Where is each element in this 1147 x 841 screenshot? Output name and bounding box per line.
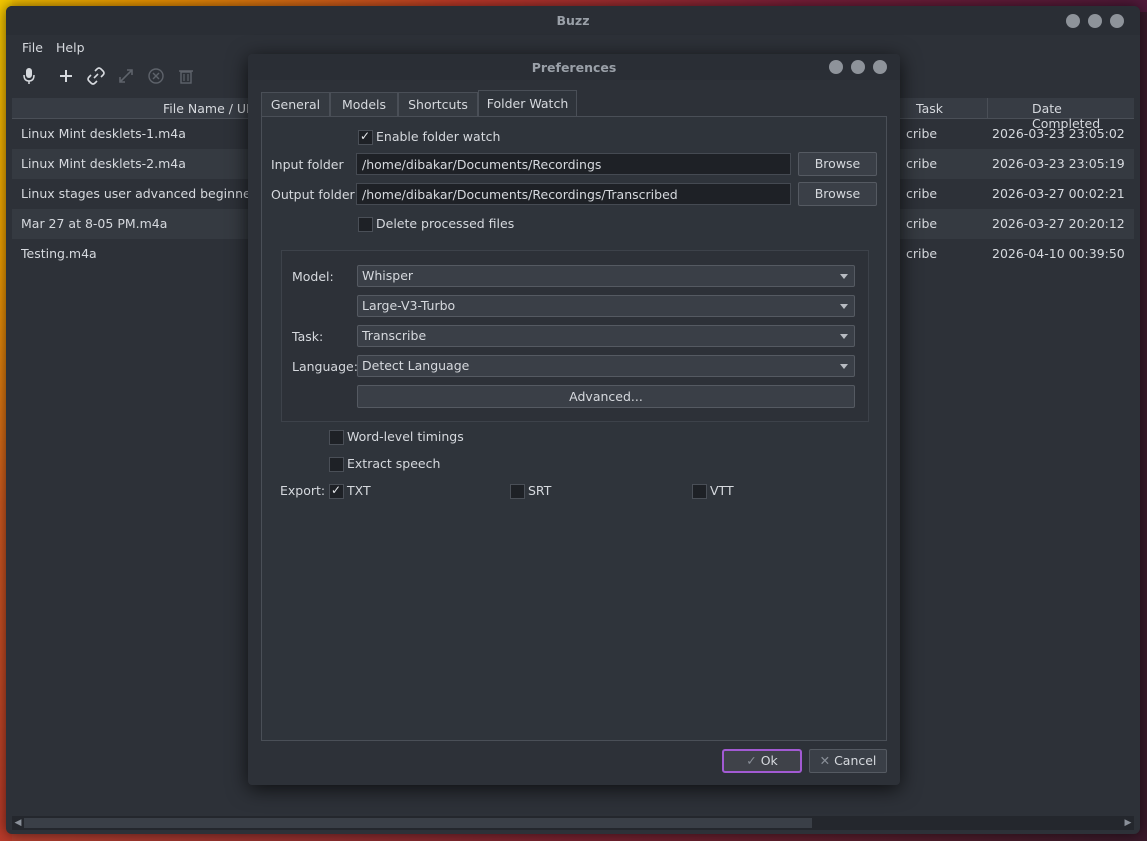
output-folder-field[interactable]: /home/dibakar/Documents/Recordings/Trans…	[356, 183, 791, 205]
cancel-icon[interactable]	[145, 65, 167, 87]
title-bar: Buzz	[6, 6, 1140, 35]
export-txt-label: TXT	[347, 483, 371, 498]
tab-shortcuts[interactable]: Shortcuts	[398, 92, 478, 117]
ok-button-label: Ok	[760, 753, 778, 768]
row-file: Linux Mint desklets-2.m4a	[21, 156, 186, 171]
model-select-value: Whisper	[362, 268, 414, 283]
language-select-value: Detect Language	[362, 358, 470, 373]
row-file: Linux Mint desklets-1.m4a	[21, 126, 186, 141]
row-task: cribe	[906, 156, 938, 171]
export-txt-checkbox[interactable]: ✓	[329, 483, 344, 499]
delete-processed-label: Delete processed files	[376, 216, 515, 231]
task-select[interactable]: Transcribe	[357, 325, 855, 347]
row-date: 2026-04-10 00:39:50	[992, 246, 1125, 261]
dialog-minimize-button[interactable]	[829, 60, 843, 74]
column-file-name[interactable]: File Name / UR	[163, 101, 255, 116]
input-folder-label: Input folder	[271, 157, 344, 172]
row-date: 2026-03-23 23:05:19	[992, 156, 1125, 171]
export-srt-checkbox[interactable]	[510, 484, 525, 499]
scrollbar-thumb[interactable]	[24, 818, 812, 828]
cancel-button[interactable]: ✕ Cancel	[809, 749, 887, 773]
horizontal-scrollbar[interactable]: ◀ ▶	[12, 816, 1134, 830]
import-url-link-icon[interactable]	[85, 65, 107, 87]
language-select[interactable]: Detect Language	[357, 355, 855, 377]
row-task: cribe	[906, 216, 938, 231]
row-file: Mar 27 at 8-05 PM.m4a	[21, 216, 168, 231]
input-folder-field[interactable]: /home/dibakar/Documents/Recordings	[356, 153, 791, 175]
transcription-options-group: Model: Whisper Large-V3-Turbo Task: Tran…	[281, 250, 869, 422]
scroll-left-icon[interactable]: ◀	[12, 816, 24, 830]
close-icon: ✕	[819, 753, 831, 768]
row-file: Testing.m4a	[21, 246, 97, 261]
menu-file[interactable]: File	[22, 40, 43, 55]
output-folder-label: Output folder	[271, 187, 355, 202]
chevron-down-icon	[840, 364, 848, 369]
export-vtt-label: VTT	[710, 483, 734, 498]
extract-speech-checkbox[interactable]	[329, 457, 344, 472]
enable-folder-watch-label: Enable folder watch	[376, 129, 501, 144]
column-task[interactable]: Task	[916, 101, 943, 116]
cancel-button-label: Cancel	[834, 753, 877, 768]
model-select[interactable]: Whisper	[357, 265, 855, 287]
model-size-select[interactable]: Large-V3-Turbo	[357, 295, 855, 317]
minimize-button[interactable]	[1066, 14, 1080, 28]
tab-folder-watch[interactable]: Folder Watch	[478, 90, 577, 117]
row-task: cribe	[906, 246, 938, 261]
word-level-timings-label: Word-level timings	[347, 429, 464, 444]
close-button[interactable]	[1110, 14, 1124, 28]
export-label: Export:	[280, 483, 326, 498]
row-date: 2026-03-27 00:02:21	[992, 186, 1125, 201]
dialog-title: Preferences	[531, 60, 617, 75]
row-date: 2026-03-27 20:20:12	[992, 216, 1125, 231]
language-label: Language:	[292, 359, 358, 374]
chevron-down-icon	[840, 334, 848, 339]
dialog-maximize-button[interactable]	[851, 60, 865, 74]
dialog-title-bar: Preferences	[248, 54, 900, 80]
preferences-dialog: Preferences General Models Shortcuts Fol…	[248, 54, 900, 785]
model-label: Model:	[292, 269, 334, 284]
maximize-button[interactable]	[1088, 14, 1102, 28]
delete-processed-checkbox[interactable]	[358, 217, 373, 232]
task-label: Task:	[292, 329, 324, 344]
export-vtt-checkbox[interactable]	[692, 484, 707, 499]
row-task: cribe	[906, 126, 938, 141]
model-size-value: Large-V3-Turbo	[362, 298, 456, 313]
export-srt-label: SRT	[528, 483, 552, 498]
record-microphone-icon[interactable]	[18, 65, 40, 87]
expand-icon[interactable]	[115, 65, 137, 87]
scroll-right-icon[interactable]: ▶	[1122, 816, 1134, 830]
window-title: Buzz	[556, 13, 590, 28]
chevron-down-icon	[840, 304, 848, 309]
folder-watch-panel: ✓ Enable folder watch Input folder /home…	[261, 116, 887, 741]
trash-icon[interactable]	[175, 65, 197, 87]
output-browse-button[interactable]: Browse	[798, 182, 877, 206]
check-icon: ✓	[746, 753, 757, 768]
add-file-icon[interactable]	[55, 65, 77, 87]
task-select-value: Transcribe	[362, 328, 427, 343]
tab-models[interactable]: Models	[330, 92, 398, 117]
enable-folder-watch-checkbox[interactable]: ✓	[358, 129, 373, 145]
input-browse-button[interactable]: Browse	[798, 152, 877, 176]
dialog-close-button[interactable]	[873, 60, 887, 74]
extract-speech-label: Extract speech	[347, 456, 441, 471]
tab-general[interactable]: General	[261, 92, 330, 117]
word-level-timings-checkbox[interactable]	[329, 430, 344, 445]
row-task: cribe	[906, 186, 938, 201]
menu-help[interactable]: Help	[56, 40, 85, 55]
advanced-button[interactable]: Advanced...	[357, 385, 855, 408]
chevron-down-icon	[840, 274, 848, 279]
ok-button[interactable]: ✓ Ok	[722, 749, 802, 773]
row-date: 2026-03-23 23:05:02	[992, 126, 1125, 141]
row-file: Linux stages user advanced beginner..m	[21, 186, 251, 201]
